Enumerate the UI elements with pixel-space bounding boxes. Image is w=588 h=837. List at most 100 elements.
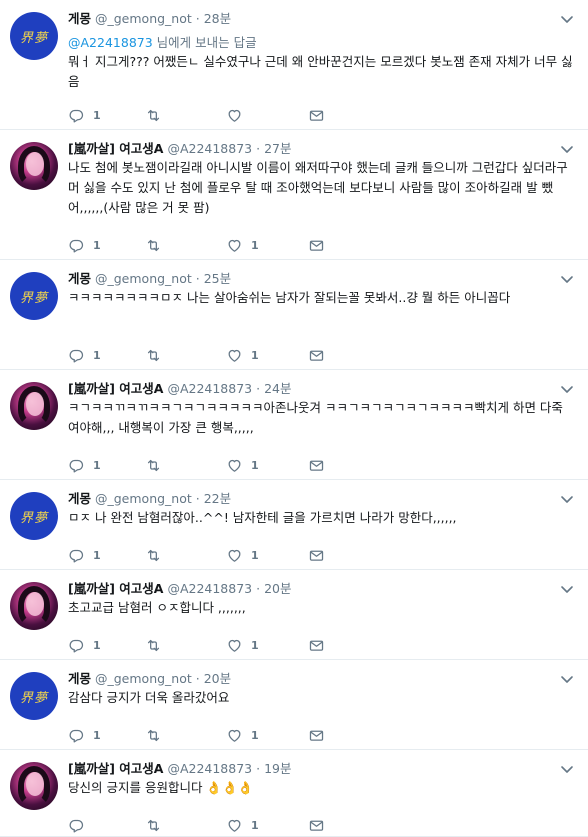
separator-dot: · [195, 671, 200, 686]
retweet-icon [145, 347, 162, 364]
tweet-text: 당신의 긍지를 응원합니다 👌👌👌 [68, 780, 254, 795]
envelope-icon [308, 637, 325, 654]
user-handle[interactable]: @_gemong_not [95, 11, 192, 26]
avatar[interactable] [10, 382, 58, 430]
avatar[interactable]: 界夢 [10, 672, 58, 720]
display-name[interactable]: 게몽 [68, 491, 91, 506]
direct-message-button[interactable] [308, 726, 325, 744]
tweet-timestamp[interactable]: 22분 [204, 491, 231, 506]
direct-message-button[interactable] [308, 346, 325, 364]
like-button[interactable]: 1 [226, 636, 259, 654]
tweet-timestamp[interactable]: 20분 [204, 671, 231, 686]
direct-message-button[interactable] [308, 456, 325, 474]
reply-button[interactable]: 1 [68, 346, 101, 364]
direct-message-button[interactable] [308, 636, 325, 654]
like-button[interactable]: 1 [226, 816, 259, 834]
reply-button[interactable]: 1 [68, 726, 101, 744]
avatar[interactable]: 界夢 [10, 492, 58, 540]
avatar[interactable]: 界夢 [10, 272, 58, 320]
retweet-button[interactable] [145, 346, 170, 364]
reply-icon [68, 547, 85, 564]
avatar[interactable] [10, 142, 58, 190]
retweet-button[interactable] [145, 106, 170, 124]
reply-button[interactable]: 1 [68, 456, 101, 474]
reply-icon [68, 347, 85, 364]
retweet-button[interactable] [145, 546, 170, 564]
chevron-down-icon[interactable] [560, 670, 574, 683]
display-name[interactable]: [嵐까살] 여고생A [68, 381, 163, 396]
display-name[interactable]: [嵐까살] 여고생A [68, 141, 163, 156]
tweet[interactable]: 界夢 게몽 @_gemong_not · 25분 ㅋㅋㅋㅋㅋㅋㅋㅋㅁㅈ 나는 살… [0, 260, 588, 370]
tweet[interactable]: [嵐까살] 여고생A @A22418873 · 24분 ㅋㄱㅋㅋㄲㅋㄲㅋㅋㄱㅋㄱ… [0, 370, 588, 480]
chevron-down-icon[interactable] [560, 140, 574, 153]
avatar[interactable]: 界夢 [10, 12, 58, 60]
chevron-down-icon[interactable] [560, 380, 574, 393]
tweet-timestamp[interactable]: 25분 [204, 271, 231, 286]
user-handle[interactable]: @_gemong_not [95, 491, 192, 506]
chevron-down-icon[interactable] [560, 10, 574, 23]
tweet-text: 뭐ㅓ 지그게??? 어쨌든ㄴ 실수였구나 근데 왜 안바꾼건지는 모르겠다 봇노… [68, 54, 573, 89]
tweet[interactable]: 界夢 게몽 @_gemong_not · 20분 감삼다 긍지가 더욱 올라갔어… [0, 660, 588, 750]
display-name[interactable]: [嵐까살] 여고생A [68, 581, 163, 596]
reply-icon [68, 727, 85, 744]
retweet-icon [145, 727, 162, 744]
reply-icon [68, 637, 85, 654]
direct-message-button[interactable] [308, 236, 325, 254]
reply-button[interactable]: 1 [68, 236, 101, 254]
tweet-timestamp[interactable]: 20분 [264, 581, 291, 596]
like-button[interactable]: 1 [226, 546, 259, 564]
display-name[interactable]: [嵐까살] 여고생A [68, 761, 163, 776]
user-handle[interactable]: @A22418873 [167, 761, 252, 776]
retweet-button[interactable] [145, 726, 170, 744]
like-count: 1 [251, 818, 259, 832]
retweet-button[interactable] [145, 236, 170, 254]
tweet-timestamp[interactable]: 19분 [264, 761, 291, 776]
tweet[interactable]: [嵐까살] 여고생A @A22418873 · 20분 초고교급 남혐러 ㅇㅈ합… [0, 570, 588, 660]
reply-button[interactable] [68, 816, 93, 834]
like-button[interactable]: 1 [226, 346, 259, 364]
reply-count: 1 [93, 108, 101, 122]
chevron-down-icon[interactable] [560, 490, 574, 503]
avatar[interactable] [10, 582, 58, 630]
display-name[interactable]: 게몽 [68, 11, 91, 26]
like-button[interactable]: 1 [226, 236, 259, 254]
chevron-down-icon[interactable] [560, 270, 574, 283]
retweet-icon [145, 637, 162, 654]
reply-button[interactable]: 1 [68, 106, 101, 124]
heart-icon [226, 347, 243, 364]
tweet-timestamp[interactable]: 24분 [264, 381, 291, 396]
retweet-button[interactable] [145, 456, 170, 474]
user-handle[interactable]: @A22418873 [167, 141, 252, 156]
chevron-down-icon[interactable] [560, 580, 574, 593]
user-handle[interactable]: @_gemong_not [95, 671, 192, 686]
tweet[interactable]: [嵐까살] 여고생A @A22418873 · 19분 당신의 긍지를 응원합니… [0, 750, 588, 837]
reply-count: 1 [93, 348, 101, 362]
tweet-timestamp[interactable]: 28분 [204, 11, 231, 26]
user-handle[interactable]: @_gemong_not [95, 271, 192, 286]
chevron-down-icon[interactable] [560, 760, 574, 773]
like-count: 1 [251, 548, 259, 562]
like-button[interactable]: 1 [226, 726, 259, 744]
retweet-button[interactable] [145, 636, 170, 654]
user-handle[interactable]: @A22418873 [167, 381, 252, 396]
avatar[interactable] [10, 762, 58, 810]
tweet[interactable]: 界夢 게몽 @_gemong_not · 28분 @A22418873 님에게 … [0, 0, 588, 130]
tweet[interactable]: 界夢 게몽 @_gemong_not · 22분 ㅁㅈ 나 완전 남혐러잖아..… [0, 480, 588, 570]
like-button[interactable] [226, 106, 251, 124]
retweet-icon [145, 817, 162, 834]
direct-message-button[interactable] [308, 546, 325, 564]
reply-button[interactable]: 1 [68, 546, 101, 564]
retweet-button[interactable] [145, 816, 170, 834]
direct-message-button[interactable] [308, 106, 325, 124]
user-handle[interactable]: @A22418873 [167, 581, 252, 596]
tweet-timestamp[interactable]: 27분 [264, 141, 291, 156]
tweet-actions: 1 1 [68, 346, 328, 364]
reply-to-mention[interactable]: @A22418873 [68, 35, 153, 50]
reply-icon [68, 457, 85, 474]
tweet[interactable]: [嵐까살] 여고생A @A22418873 · 27분 나도 첨에 봇노잼이라길… [0, 130, 588, 260]
reply-button[interactable]: 1 [68, 636, 101, 654]
display-name[interactable]: 게몽 [68, 671, 91, 686]
like-button[interactable]: 1 [226, 456, 259, 474]
direct-message-button[interactable] [308, 816, 325, 834]
display-name[interactable]: 게몽 [68, 271, 91, 286]
